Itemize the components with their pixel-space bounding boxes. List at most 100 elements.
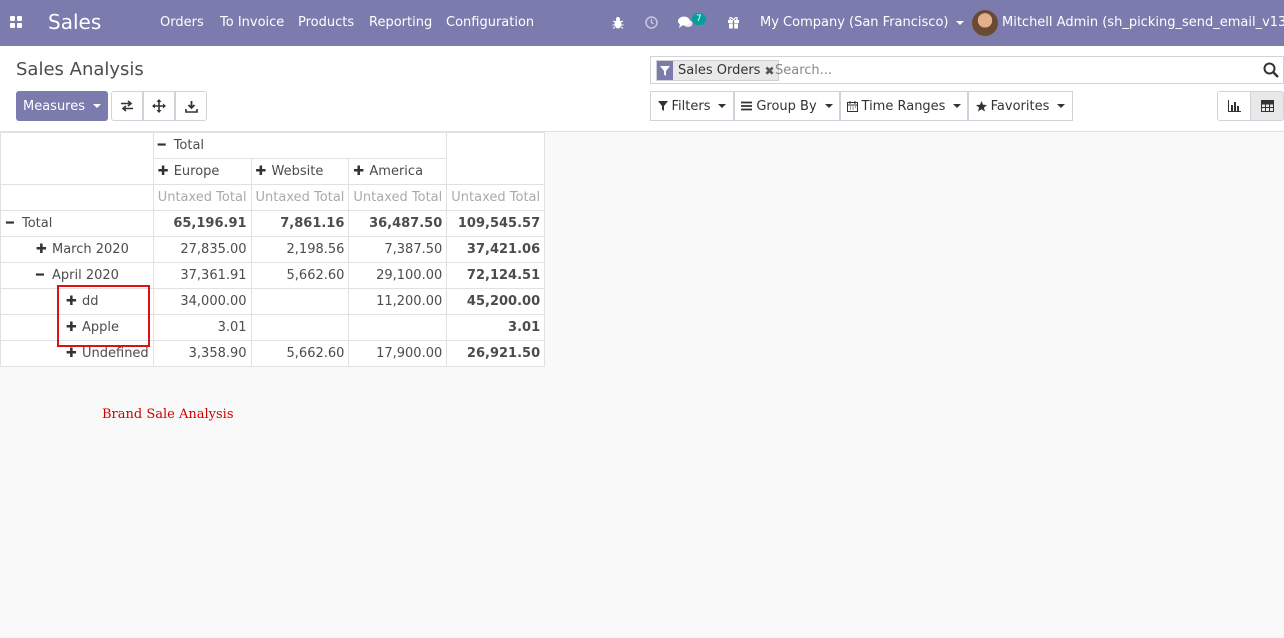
col-header-label: America <box>369 164 424 179</box>
measure-header[interactable]: Untaxed Total <box>152 184 252 211</box>
avatar[interactable] <box>972 10 998 36</box>
menu-configuration[interactable]: Configuration <box>446 14 534 31</box>
group-by-label: Group By <box>756 98 817 114</box>
pivot-cell[interactable]: 17,900.00 <box>348 340 448 367</box>
bug-icon[interactable] <box>610 13 626 31</box>
pivot-cell[interactable]: 3.01 <box>152 314 252 341</box>
calendar-icon <box>846 100 858 112</box>
row-header-march-2020[interactable]: ✚ March 2020 <box>0 236 154 263</box>
pivot-cell[interactable] <box>348 314 448 341</box>
pivot-cell[interactable]: 37,361.91 <box>152 262 252 289</box>
favorites-button[interactable]: Favorites <box>968 91 1073 121</box>
expand-icon: ✚ <box>353 164 365 179</box>
pivot-cell[interactable]: 37,421.06 <box>446 236 546 263</box>
search-input[interactable] <box>775 61 1235 79</box>
graph-view-button[interactable] <box>1217 91 1251 121</box>
pivot-cell[interactable]: 7,861.16 <box>250 210 350 237</box>
pivot-cell[interactable]: 72,124.51 <box>446 262 546 289</box>
chat-icon[interactable] <box>677 13 693 31</box>
pivot-total-header <box>446 132 546 185</box>
pivot-cell[interactable]: 3.01 <box>446 314 546 341</box>
pivot-cell[interactable]: 5,662.60 <box>250 262 350 289</box>
search-icon[interactable] <box>1263 62 1279 78</box>
row-label: March 2020 <box>52 242 129 257</box>
pivot-cell[interactable]: 3,358.90 <box>152 340 252 367</box>
expand-icon: ✚ <box>157 164 169 179</box>
top-navbar: Sales Orders To Invoice Products Reporti… <box>0 0 1284 46</box>
col-header-label: Total <box>173 138 205 153</box>
clock-icon[interactable] <box>643 13 659 31</box>
control-panel: Sales Analysis Measures Sales Orders ✖ F… <box>0 46 1284 132</box>
expand-all-button[interactable] <box>143 91 175 121</box>
collapse-icon: ━ <box>157 138 166 153</box>
menu-to-invoice[interactable]: To Invoice <box>220 14 284 31</box>
table-row: ✚ March 2020 27,835.00 2,198.56 7,387.50 … <box>0 236 546 263</box>
menu-products[interactable]: Products <box>298 14 354 31</box>
chevron-down-icon <box>1057 104 1066 108</box>
col-header-label: Website <box>271 164 324 179</box>
menu-orders[interactable]: Orders <box>160 14 204 31</box>
pivot-cell[interactable]: 26,921.50 <box>446 340 546 367</box>
facet-label: Sales Orders <box>678 63 761 78</box>
table-row: ━ Total 65,196.91 7,861.16 36,487.50 109,… <box>0 210 546 237</box>
pivot-view-button[interactable] <box>1250 91 1284 121</box>
filters-label: Filters <box>671 98 711 114</box>
expand-icon: ✚ <box>66 346 77 361</box>
gift-icon[interactable] <box>725 13 741 31</box>
table-icon <box>1260 100 1274 112</box>
chevron-down-icon <box>824 104 833 108</box>
user-menu[interactable]: Mitchell Admin (sh_picking_send_email_v1… <box>1002 14 1284 31</box>
search-bar: Sales Orders ✖ <box>650 56 1284 84</box>
pivot-cell[interactable] <box>250 314 350 341</box>
pivot-cell[interactable]: 27,835.00 <box>152 236 252 263</box>
filters-button[interactable]: Filters <box>650 91 734 121</box>
star-icon <box>975 100 987 111</box>
time-ranges-button[interactable]: Time Ranges <box>840 91 968 121</box>
search-facet[interactable]: Sales Orders ✖ <box>656 60 779 81</box>
download-button[interactable] <box>175 91 207 121</box>
pivot-cell[interactable]: 109,545.57 <box>446 210 546 237</box>
pivot-cell[interactable]: 65,196.91 <box>152 210 252 237</box>
measure-header[interactable]: Untaxed Total <box>250 184 350 211</box>
page-title: Sales Analysis <box>16 59 144 80</box>
annotation-caption: Brand Sale Analysis <box>102 407 234 422</box>
col-header-label: Europe <box>173 164 220 179</box>
group-by-button[interactable]: Group By <box>734 91 840 121</box>
pivot-cell[interactable]: 34,000.00 <box>152 288 252 315</box>
apps-icon[interactable] <box>10 16 22 28</box>
chevron-down-icon <box>93 104 102 108</box>
download-icon <box>184 100 198 113</box>
pivot-cell[interactable]: 29,100.00 <box>348 262 448 289</box>
menu-reporting[interactable]: Reporting <box>369 14 432 31</box>
pivot-col-header-america[interactable]: ✚ America <box>348 158 448 185</box>
filter-icon <box>657 101 668 111</box>
flip-axis-button[interactable] <box>111 91 143 121</box>
pivot-cell[interactable] <box>250 288 350 315</box>
annotation-highlight-box <box>57 285 150 347</box>
pivot-cell[interactable]: 36,487.50 <box>348 210 448 237</box>
measures-button[interactable]: Measures <box>16 91 108 121</box>
app-name: Sales <box>48 10 102 34</box>
measures-label: Measures <box>22 98 86 114</box>
chevron-down-icon <box>956 20 965 25</box>
measure-header[interactable]: Untaxed Total <box>446 184 546 211</box>
pivot-measure-corner <box>0 184 154 211</box>
pivot-col-header-website[interactable]: ✚ Website <box>250 158 350 185</box>
pivot-cell[interactable]: 2,198.56 <box>250 236 350 263</box>
pivot-cell[interactable]: 45,200.00 <box>446 288 546 315</box>
expand-icon: ✚ <box>255 164 267 179</box>
row-header-total[interactable]: ━ Total <box>0 210 154 237</box>
filter-icon <box>657 61 673 80</box>
pivot-cell[interactable]: 5,662.60 <box>250 340 350 367</box>
bar-chart-icon <box>1227 100 1241 112</box>
pivot-col-header-europe[interactable]: ✚ Europe <box>152 158 252 185</box>
pivot-col-header-total[interactable]: ━ Total <box>152 132 448 159</box>
pivot-cell[interactable]: 11,200.00 <box>348 288 448 315</box>
expand-icon: ✚ <box>36 242 47 257</box>
pivot-cell[interactable]: 7,387.50 <box>348 236 448 263</box>
row-label: Undefined <box>82 346 149 361</box>
pivot-corner <box>0 132 154 185</box>
arrows-icon <box>152 99 166 113</box>
company-switcher[interactable]: My Company (San Francisco) <box>760 14 965 31</box>
measure-header[interactable]: Untaxed Total <box>348 184 448 211</box>
